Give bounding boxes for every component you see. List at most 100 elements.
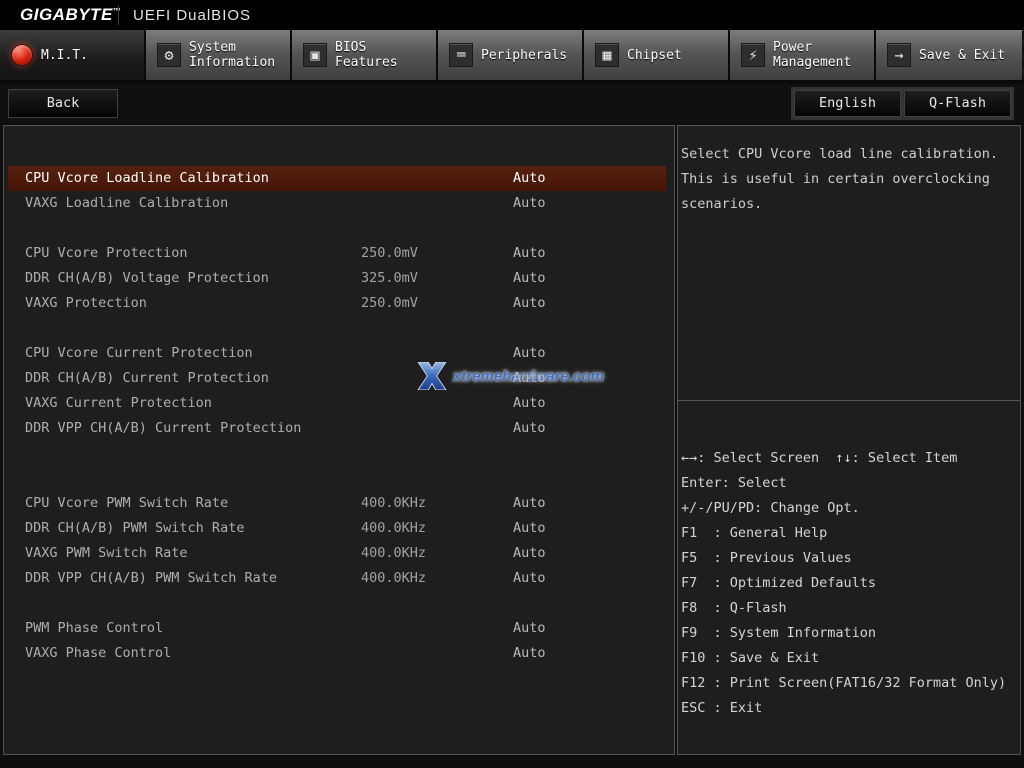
setting-mid-value: 400.0KHz — [361, 491, 426, 516]
divider — [118, 5, 119, 25]
setting-value: Auto — [513, 391, 546, 416]
setting-row[interactable]: DDR VPP CH(A/B) Current Protection Auto — [4, 416, 674, 441]
setting-label: VAXG Loadline Calibration — [25, 191, 228, 216]
setting-mid-value: 400.0KHz — [361, 566, 426, 591]
gear-icon: ⚙ — [157, 43, 181, 67]
key-legend-line: F9 : System Information — [681, 621, 1017, 646]
setting-row[interactable]: DDR CH(A/B) Current Protection Auto — [4, 366, 674, 391]
row-spacer — [4, 316, 674, 341]
setting-value: Auto — [513, 166, 546, 191]
setting-row[interactable]: VAXG PWM Switch Rate 400.0KHz Auto — [4, 541, 674, 566]
setting-row-selected[interactable]: CPU Vcore Loadline Calibration Auto — [4, 166, 674, 191]
tab-label: Power Management — [773, 40, 868, 70]
setting-label: VAXG PWM Switch Rate — [25, 541, 188, 566]
key-legend-line: +/-/PU/PD: Change Opt. — [681, 496, 1017, 521]
toolbar-right-group: English Q-Flash — [791, 87, 1014, 120]
language-button[interactable]: English — [794, 90, 901, 117]
setting-row[interactable]: DDR VPP CH(A/B) PWM Switch Rate 400.0KHz… — [4, 566, 674, 591]
help-panel: Select CPU Vcore load line calibration.T… — [678, 126, 1020, 401]
setting-value: Auto — [513, 291, 546, 316]
save-exit-icon: → — [887, 43, 911, 67]
gigabyte-logo: GIGABYTE™ — [0, 5, 118, 25]
tab-save-exit[interactable]: → Save & Exit — [876, 30, 1022, 80]
brand-text: GIGABYTE — [20, 5, 113, 24]
setting-value: Auto — [513, 516, 546, 541]
key-legend-line: F10 : Save & Exit — [681, 646, 1017, 671]
row-spacer — [4, 591, 674, 616]
setting-value: Auto — [513, 191, 546, 216]
help-text-line: Select CPU Vcore load line calibration. — [681, 142, 1017, 167]
tab-peripherals[interactable]: ⌨ Peripherals — [438, 30, 584, 80]
setting-row[interactable]: CPU Vcore PWM Switch Rate 400.0KHz Auto — [4, 491, 674, 516]
setting-row[interactable]: VAXG Current Protection Auto — [4, 391, 674, 416]
setting-row[interactable]: CPU Vcore Current Protection Auto — [4, 341, 674, 366]
tab-system-information[interactable]: ⚙ System Information — [146, 30, 292, 80]
tab-power-management[interactable]: ⚡ Power Management — [730, 30, 876, 80]
setting-row[interactable]: VAXG Protection 250.0mV Auto — [4, 291, 674, 316]
tab-label: System Information — [189, 40, 284, 70]
help-text-line: This is useful in certain overclocking — [681, 167, 1017, 192]
setting-label: DDR CH(A/B) PWM Switch Rate — [25, 516, 244, 541]
title-bar: GIGABYTE™ UEFI DualBIOS — [0, 0, 1024, 30]
setting-value: Auto — [513, 241, 546, 266]
tab-bar: M.I.T. ⚙ System Information ▣ BIOS Featu… — [0, 30, 1024, 84]
tab-label: BIOS Features — [335, 40, 430, 70]
tab-label: Peripherals — [481, 48, 567, 63]
chipset-icon: ▦ — [595, 43, 619, 67]
setting-mid-value: 250.0mV — [361, 291, 418, 316]
setting-value: Auto — [513, 616, 546, 641]
setting-row[interactable]: CPU Vcore Protection 250.0mV Auto — [4, 241, 674, 266]
qflash-button[interactable]: Q-Flash — [904, 90, 1011, 117]
setting-label: VAXG Protection — [25, 291, 147, 316]
setting-value: Auto — [513, 541, 546, 566]
key-legend-line: Enter: Select — [681, 471, 1017, 496]
tab-label: Save & Exit — [919, 48, 1005, 63]
right-column: Select CPU Vcore load line calibration.T… — [677, 125, 1021, 755]
setting-row[interactable]: VAXG Phase Control Auto — [4, 641, 674, 666]
toolbar: Back English Q-Flash — [0, 84, 1024, 122]
setting-value: Auto — [513, 491, 546, 516]
setting-label: CPU Vcore Loadline Calibration — [25, 166, 269, 191]
key-legend-line: F8 : Q-Flash — [681, 596, 1017, 621]
setting-value: Auto — [513, 266, 546, 291]
setting-value: Auto — [513, 566, 546, 591]
tab-label: M.I.T. — [41, 48, 88, 63]
setting-label: DDR VPP CH(A/B) PWM Switch Rate — [25, 566, 277, 591]
setting-label: DDR VPP CH(A/B) Current Protection — [25, 416, 301, 441]
back-button[interactable]: Back — [8, 89, 118, 118]
setting-value: Auto — [513, 416, 546, 441]
key-legend-line: ESC : Exit — [681, 696, 1017, 721]
setting-row[interactable]: VAXG Loadline Calibration Auto — [4, 191, 674, 216]
key-legend-line: F7 : Optimized Defaults — [681, 571, 1017, 596]
settings-panel: CPU Vcore Loadline Calibration Auto VAXG… — [3, 125, 675, 755]
firmware-title: UEFI DualBIOS — [133, 7, 251, 24]
uefi-bios-screen: GIGABYTE™ UEFI DualBIOS M.I.T. ⚙ System … — [0, 0, 1024, 768]
setting-mid-value: 400.0KHz — [361, 516, 426, 541]
tab-mit[interactable]: M.I.T. — [0, 30, 146, 80]
key-legend-line: ←→: Select Screen ↑↓: Select Item — [681, 446, 1017, 471]
setting-row[interactable]: PWM Phase Control Auto — [4, 616, 674, 641]
tab-chipset[interactable]: ▦ Chipset — [584, 30, 730, 80]
setting-row[interactable]: DDR CH(A/B) PWM Switch Rate 400.0KHz Aut… — [4, 516, 674, 541]
setting-label: PWM Phase Control — [25, 616, 163, 641]
power-icon: ⚡ — [741, 43, 765, 67]
setting-mid-value: 400.0KHz — [361, 541, 426, 566]
setting-label: VAXG Current Protection — [25, 391, 212, 416]
tab-bios-features[interactable]: ▣ BIOS Features — [292, 30, 438, 80]
setting-label: CPU Vcore PWM Switch Rate — [25, 491, 228, 516]
mit-red-sphere-icon — [11, 44, 33, 66]
setting-row[interactable]: DDR CH(A/B) Voltage Protection 325.0mV A… — [4, 266, 674, 291]
bios-chip-icon: ▣ — [303, 43, 327, 67]
setting-label: DDR CH(A/B) Voltage Protection — [25, 266, 269, 291]
key-legend-line: F1 : General Help — [681, 521, 1017, 546]
key-legend-line: F12 : Print Screen(FAT16/32 Format Only) — [681, 671, 1017, 696]
setting-value: Auto — [513, 341, 546, 366]
content-area: CPU Vcore Loadline Calibration Auto VAXG… — [0, 122, 1024, 755]
row-spacer — [4, 466, 674, 491]
setting-mid-value: 250.0mV — [361, 241, 418, 266]
setting-mid-value: 325.0mV — [361, 266, 418, 291]
setting-label: CPU Vcore Current Protection — [25, 341, 253, 366]
key-legend-panel: ←→: Select Screen ↑↓: Select ItemEnter: … — [678, 401, 1020, 754]
setting-value: Auto — [513, 641, 546, 666]
setting-label: CPU Vcore Protection — [25, 241, 188, 266]
